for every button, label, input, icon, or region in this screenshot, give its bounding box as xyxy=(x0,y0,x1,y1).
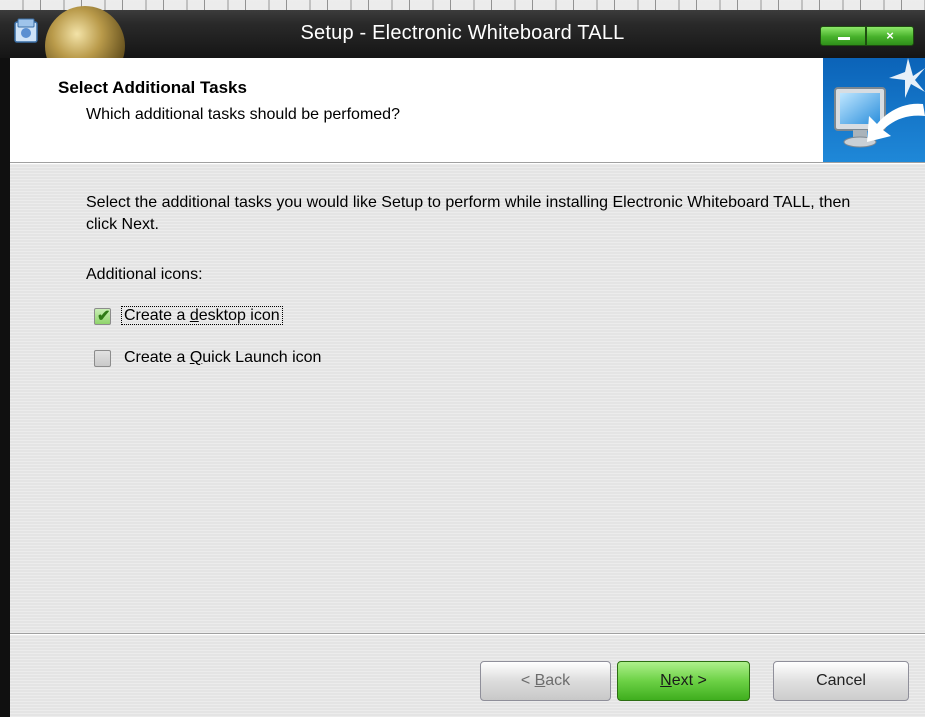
next-button[interactable]: Next > xyxy=(617,661,750,701)
page-subtitle: Which additional tasks should be perfome… xyxy=(86,106,400,123)
quick-launch-icon-label[interactable]: Create a Quick Launch icon xyxy=(124,347,321,369)
close-button[interactable]: × xyxy=(866,26,914,46)
desktop-strip xyxy=(0,0,925,10)
close-icon: × xyxy=(886,28,894,43)
instructions-text: Select the additional tasks you would li… xyxy=(86,194,851,233)
cancel-button[interactable]: Cancel xyxy=(773,661,909,701)
wizard-header: Select Additional Tasks Which additional… xyxy=(10,58,925,162)
computer-arrow-icon xyxy=(823,58,925,162)
button-text: < xyxy=(520,672,535,689)
accelerator-key: B xyxy=(534,672,546,689)
desktop-icon-label[interactable]: Create a desktop icon xyxy=(121,305,283,327)
page-title: Select Additional Tasks xyxy=(58,78,247,97)
option-text: uick Launch icon xyxy=(202,349,322,366)
title-bar[interactable]: Setup - Electronic Whiteboard TALL × xyxy=(0,0,925,59)
checkbox-checked-icon[interactable]: ✔ xyxy=(94,308,111,325)
accelerator-key: d xyxy=(189,307,199,324)
accelerator-key: Q xyxy=(189,349,203,366)
checkbox-unchecked-icon[interactable] xyxy=(94,350,111,367)
minimize-icon xyxy=(838,37,850,40)
button-text: ext > xyxy=(671,672,707,689)
option-text: Create a xyxy=(124,349,190,366)
back-button[interactable]: < Back xyxy=(480,661,611,701)
window-frame-left xyxy=(0,58,10,717)
window-title: Setup - Electronic Whiteboard TALL xyxy=(300,22,625,44)
minimize-button[interactable] xyxy=(820,26,866,46)
footer-separator xyxy=(10,633,925,635)
check-mark-icon: ✔ xyxy=(97,308,111,325)
button-text: ack xyxy=(545,672,571,689)
option-text: esktop icon xyxy=(198,307,280,324)
additional-icons-label: Additional icons: xyxy=(86,266,203,283)
accelerator-key: N xyxy=(660,672,672,689)
option-text: Create a xyxy=(124,307,190,324)
